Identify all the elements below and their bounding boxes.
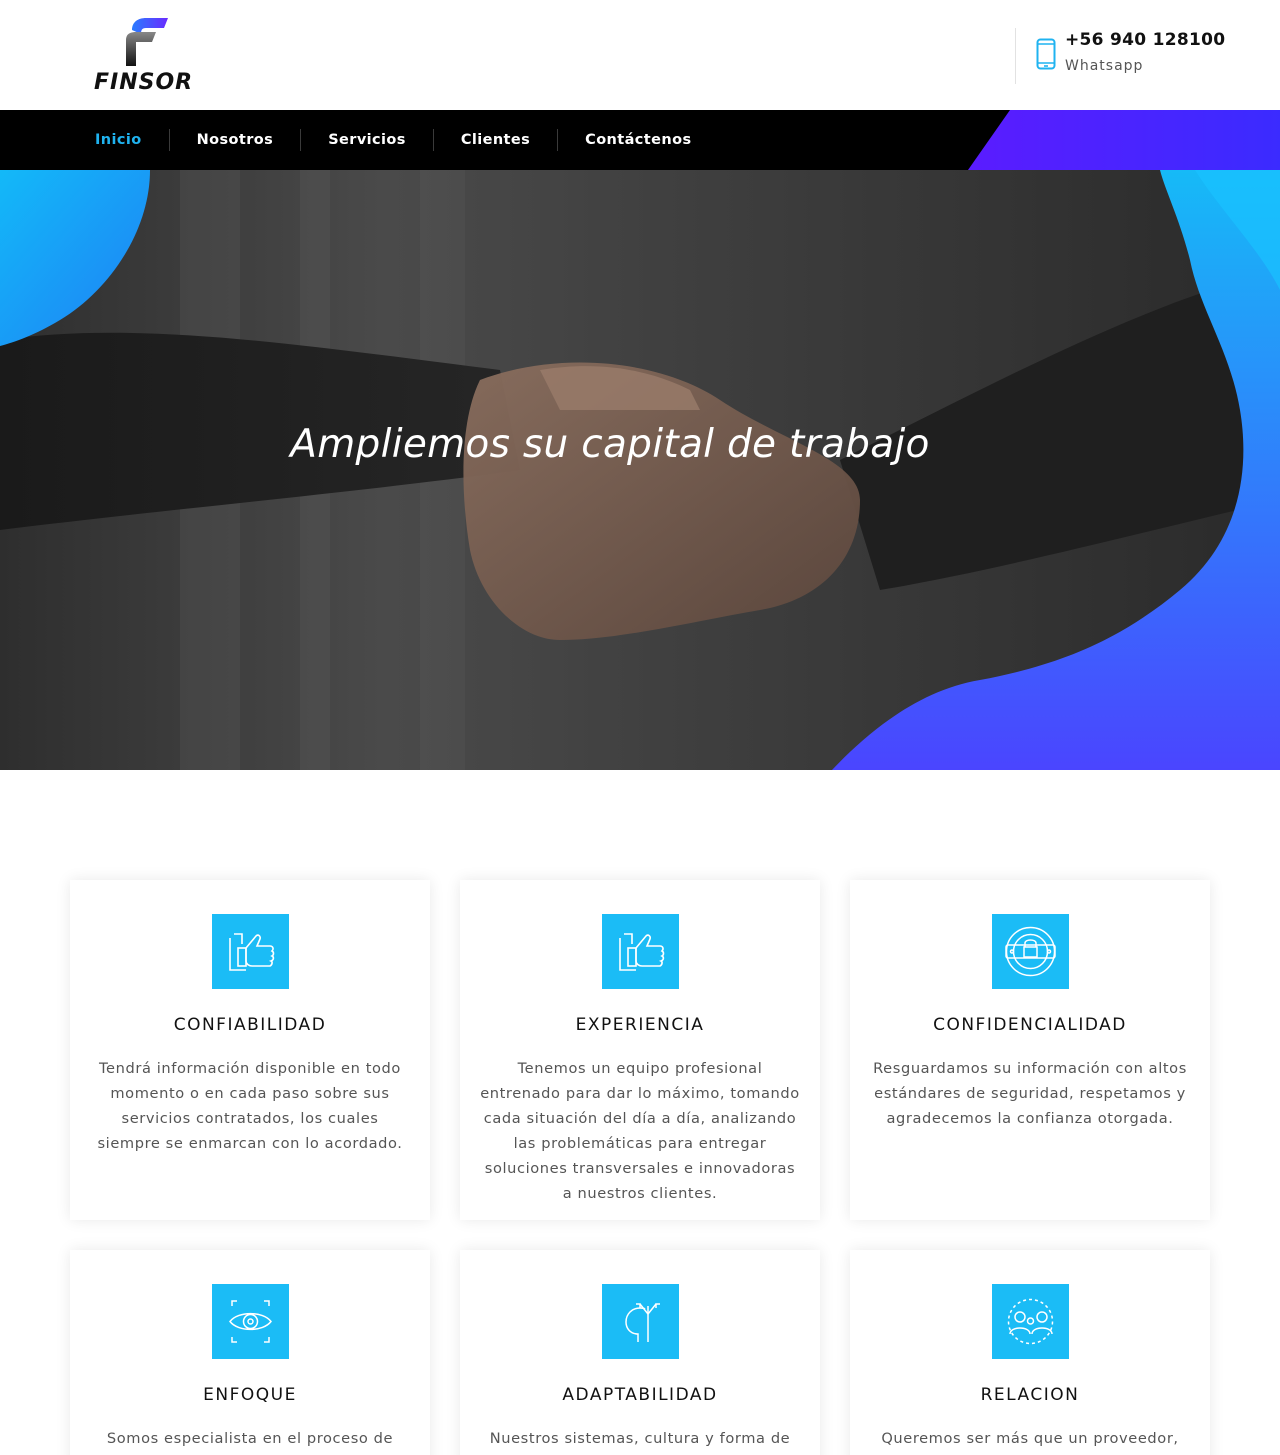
feature-text: Resguardamos su información con altos es… bbox=[873, 1060, 1187, 1127]
phone-number[interactable]: +56 940 128100 bbox=[1065, 30, 1225, 50]
feature-card: CONFIABILIDAD Tendrá información disponi… bbox=[70, 880, 430, 1220]
feature-title: CONFIABILIDAD bbox=[173, 1015, 327, 1035]
thumbs-up-icon bbox=[229, 933, 275, 971]
feature-card: EXPERIENCIA Tenemos un equipo profesiona… bbox=[460, 880, 820, 1220]
lock-shield-icon bbox=[1005, 926, 1056, 977]
finsor-logo-mark-icon bbox=[126, 18, 168, 66]
feature-icon-box bbox=[992, 914, 1069, 989]
thumbs-up-icon bbox=[619, 933, 665, 971]
feature-title: RELACION bbox=[980, 1385, 1080, 1405]
nav-item-inicio[interactable]: Inicio bbox=[82, 110, 169, 170]
phone-label: Whatsapp bbox=[1065, 58, 1144, 74]
feature-card: ADAPTABILIDAD Nuestros sistemas, cultura… bbox=[460, 1250, 820, 1455]
feature-icon-box bbox=[992, 1284, 1069, 1359]
main-nav: Inicio Nosotros Servicios Clientes Contá… bbox=[0, 110, 1280, 170]
finsor-logo[interactable]: FINSOR bbox=[92, 14, 192, 98]
feature-card: RELACION Queremos ser más que un proveed… bbox=[850, 1250, 1210, 1455]
feature-title: ADAPTABILIDAD bbox=[562, 1385, 718, 1405]
logo-text: FINSOR bbox=[94, 70, 194, 95]
head-arrows-icon bbox=[625, 1303, 660, 1342]
feature-title: EXPERIENCIA bbox=[575, 1015, 705, 1035]
hero-background bbox=[0, 170, 1280, 770]
feature-text: Nuestros sistemas, cultura y forma de bbox=[489, 1430, 791, 1447]
nav-item-servicios[interactable]: Servicios bbox=[301, 110, 433, 170]
feature-text: Tenemos un equipo profesional entrenado … bbox=[480, 1060, 800, 1202]
feature-card: CONFIDENCIALIDAD Resguardamos su informa… bbox=[850, 880, 1210, 1220]
feature-title: CONFIDENCIALIDAD bbox=[933, 1015, 1127, 1035]
site-header: FINSOR +56 940 128100 Whatsapp bbox=[0, 0, 1280, 110]
nav-item-nosotros[interactable]: Nosotros bbox=[170, 110, 301, 170]
feature-icon-box bbox=[602, 914, 679, 989]
nav-accent-shape bbox=[968, 110, 1280, 170]
mobile-phone-icon bbox=[1036, 38, 1056, 70]
hero-banner: Ampliemos su capital de trabajo bbox=[0, 170, 1280, 770]
eye-focus-icon bbox=[229, 1300, 272, 1343]
nav-item-clientes[interactable]: Clientes bbox=[434, 110, 557, 170]
feature-card: ENFOQUE Somos especialista en el proceso… bbox=[70, 1250, 430, 1455]
hero-title: Ampliemos su capital de trabajo bbox=[290, 422, 930, 467]
feature-icon-box bbox=[602, 1284, 679, 1359]
feature-icon-box bbox=[212, 914, 289, 989]
nav-item-contactenos[interactable]: Contáctenos bbox=[558, 110, 718, 170]
nav-items: Inicio Nosotros Servicios Clientes Contá… bbox=[82, 110, 718, 170]
feature-text: Tendrá información disponible en todo mo… bbox=[97, 1060, 403, 1152]
feature-text: Somos especialista en el proceso de bbox=[106, 1430, 394, 1447]
feature-text: Queremos ser más que un proveedor, bbox=[881, 1430, 1179, 1447]
contact-block[interactable]: +56 940 128100 Whatsapp bbox=[1015, 28, 1245, 84]
people-relation-icon bbox=[1007, 1298, 1054, 1345]
feature-icon-box bbox=[212, 1284, 289, 1359]
feature-title: ENFOQUE bbox=[203, 1385, 297, 1405]
